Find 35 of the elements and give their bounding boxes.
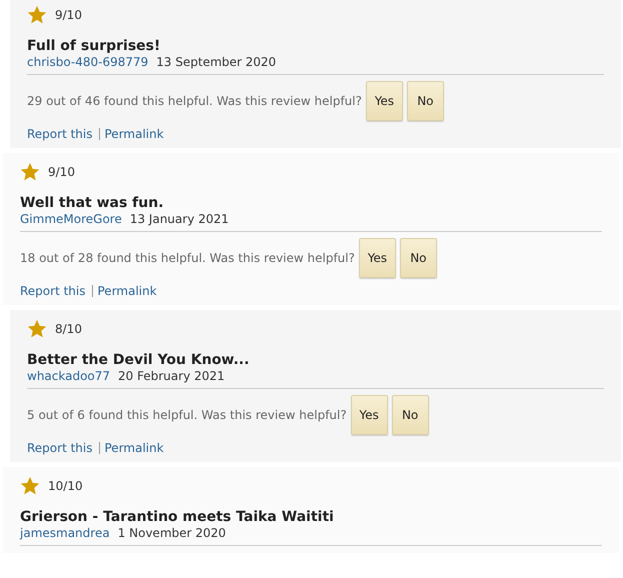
review-title: Better the Devil You Know... (27, 352, 250, 368)
review-date: 13 January 2021 (130, 212, 229, 226)
rating: 10/10 (48, 479, 83, 493)
rating: 9/10 (55, 8, 82, 22)
helpful-text: 5 out of 6 found this helpful. Was this review helpful? (27, 408, 347, 422)
permalink-link[interactable]: Permalink (98, 128, 164, 140)
helpful-text: 18 out of 28 found this helpful. Was this review helpful? (20, 251, 355, 265)
star-icon (20, 162, 40, 182)
yes-button[interactable]: Yes (366, 81, 403, 121)
review-title: Well that was fun. (20, 195, 165, 211)
author-link[interactable]: chrisbo-480-698779 (27, 55, 148, 69)
review-title: Grierson - Tarantino meets Taika Waititi (20, 509, 335, 525)
review-date: 1 November 2020 (118, 526, 226, 540)
yes-button[interactable]: Yes (350, 395, 388, 435)
review-date: 13 September 2020 (156, 55, 276, 69)
report-link[interactable]: Report this (20, 284, 86, 298)
star-icon (27, 5, 47, 25)
helpful-text: 29 out of 46 found this helpful. Was this review helpful? (27, 94, 362, 108)
no-button[interactable]: No (400, 238, 437, 278)
yes-button[interactable]: Yes (358, 238, 396, 278)
permalink-link[interactable]: Permalink (92, 285, 157, 297)
author-link[interactable]: GimmeMoreGore (20, 212, 122, 226)
report-link[interactable]: Report this (27, 127, 92, 141)
rating: 9/10 (48, 165, 75, 179)
rating: 8/10 (55, 322, 82, 336)
review-title: Full of surprises! (27, 38, 162, 54)
star-icon (20, 476, 40, 496)
author-link[interactable]: jamesmandrea (20, 526, 110, 540)
no-button[interactable]: No (392, 395, 429, 435)
no-button[interactable]: No (406, 81, 444, 121)
author-link[interactable]: whackadoo77 (27, 369, 110, 383)
permalink-link[interactable]: Permalink (98, 442, 164, 454)
report-link[interactable]: Report this (27, 441, 92, 455)
star-icon (27, 319, 47, 339)
review-date: 20 February 2021 (118, 369, 225, 383)
